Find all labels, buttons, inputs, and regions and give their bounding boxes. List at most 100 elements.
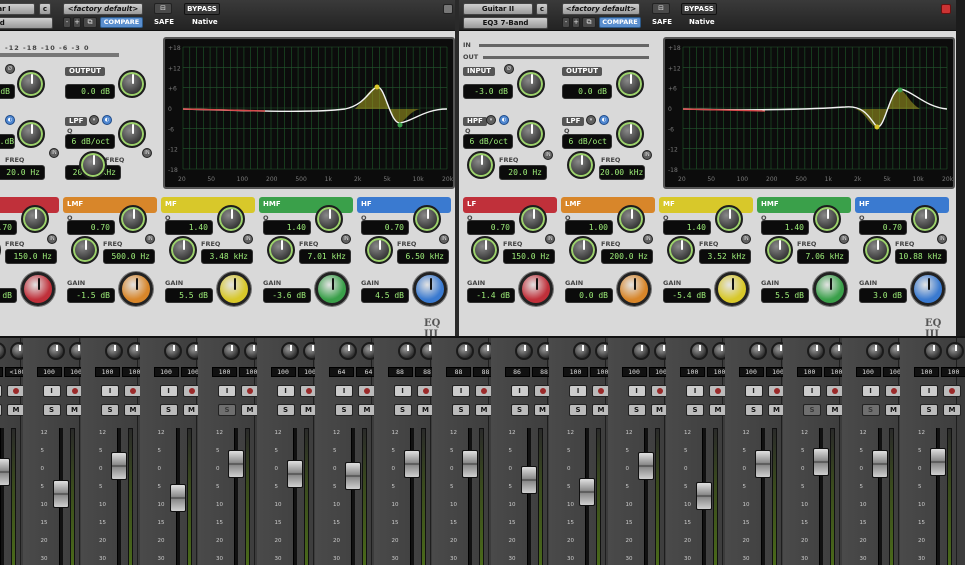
band-freq-knob[interactable]: [0, 236, 1, 264]
close-icon[interactable]: [941, 4, 951, 14]
band-q-knob[interactable]: [911, 205, 939, 233]
lpf-q-knob[interactable]: [118, 120, 146, 148]
volume-fader[interactable]: [637, 452, 654, 480]
solo-button[interactable]: S: [510, 404, 529, 416]
pan-left-knob[interactable]: [163, 342, 182, 360]
pan-left-value[interactable]: 100: [36, 367, 62, 377]
band-gain-knob[interactable]: [813, 272, 847, 306]
compare-button[interactable]: COMPARE: [599, 17, 641, 28]
band-freq-knob[interactable]: [169, 236, 197, 264]
solo-button[interactable]: S: [335, 404, 353, 416]
band-freq-value[interactable]: 500.0 Hz: [103, 249, 155, 264]
pan-left-value[interactable]: 100: [797, 367, 822, 377]
band-freq-value[interactable]: 150.0 Hz: [5, 249, 57, 264]
input-value[interactable]: -3.0 dB: [463, 84, 513, 99]
safe-button[interactable]: SAFE: [154, 17, 174, 27]
band-handle[interactable]: [374, 84, 380, 90]
band-q-knob[interactable]: [617, 205, 645, 233]
band-freq-value[interactable]: 6.50 kHz: [397, 249, 449, 264]
band-q-knob[interactable]: [519, 205, 547, 233]
lpf-freq-knob[interactable]: [567, 151, 595, 179]
safe-button[interactable]: SAFE: [652, 17, 672, 27]
solo-button[interactable]: S: [686, 404, 704, 416]
input-monitor-button[interactable]: I: [159, 385, 178, 397]
hpf-freq-knob[interactable]: [467, 151, 495, 179]
volume-fader[interactable]: [111, 452, 127, 480]
band-q-value[interactable]: 1.40: [663, 220, 711, 235]
lpf-shape-icon[interactable]: ▾: [89, 115, 99, 125]
hpf-in-icon[interactable]: IN: [49, 148, 59, 158]
pan-left-value[interactable]: 100: [95, 367, 120, 377]
pan-right-knob[interactable]: [946, 342, 964, 360]
band-q-knob[interactable]: [715, 205, 743, 233]
pan-left-knob[interactable]: [397, 342, 416, 360]
band-q-value[interactable]: 1.40: [165, 220, 213, 235]
band-gain-knob[interactable]: [119, 272, 153, 306]
hpf-enable-icon[interactable]: ◐: [5, 115, 15, 125]
solo-button[interactable]: S: [101, 404, 119, 416]
volume-fader[interactable]: [345, 462, 361, 490]
volume-fader[interactable]: [462, 450, 478, 478]
band-gain-value[interactable]: -1.5 dB: [67, 288, 115, 303]
band-gain-knob[interactable]: [315, 272, 349, 306]
solo-button[interactable]: S: [0, 404, 2, 416]
band-q-value[interactable]: 0.70: [467, 220, 515, 235]
window-target-icon[interactable]: [443, 4, 453, 14]
solo-button[interactable]: S: [803, 404, 821, 416]
preset-selector[interactable]: <factory default>: [562, 3, 640, 15]
input-monitor-button[interactable]: I: [686, 385, 704, 397]
band-q-value[interactable]: 0.70: [859, 220, 907, 235]
volume-fader[interactable]: [696, 482, 712, 510]
input-polarity-icon[interactable]: Ø: [5, 64, 15, 74]
input-knob[interactable]: [517, 70, 545, 98]
pan-left-value[interactable]: 100: [0, 367, 3, 377]
band-gain-value[interactable]: 0.0 dB: [565, 288, 613, 303]
volume-fader[interactable]: [0, 458, 10, 486]
lpf-enable-icon[interactable]: ◐: [102, 115, 112, 125]
hpf-slope-value[interactable]: ...dB/oct: [0, 134, 15, 149]
input-value[interactable]: dB: [0, 84, 15, 99]
pan-left-value[interactable]: 100: [855, 367, 881, 377]
band-gain-value[interactable]: dB: [0, 288, 17, 303]
solo-button[interactable]: S: [627, 404, 646, 416]
solo-button[interactable]: S: [861, 404, 880, 416]
volume-fader[interactable]: [754, 450, 771, 478]
input-monitor-button[interactable]: I: [803, 385, 821, 397]
pan-left-value[interactable]: 100: [270, 367, 296, 377]
compare-button[interactable]: COMPARE: [100, 17, 143, 28]
band-handle[interactable]: [897, 87, 903, 93]
band-q-value[interactable]: 0.70: [361, 220, 409, 235]
preset-prev-button[interactable]: -: [63, 17, 71, 28]
band-freq-knob[interactable]: [71, 236, 99, 264]
lpf-freq-value[interactable]: 20.00 kHz: [599, 165, 645, 180]
pan-right-value[interactable]: 100: [941, 367, 965, 377]
channel-selector[interactable]: c: [536, 3, 548, 15]
input-monitor-button[interactable]: I: [42, 385, 61, 397]
volume-fader[interactable]: [228, 450, 244, 478]
band-freq-knob[interactable]: [569, 236, 597, 264]
solo-button[interactable]: S: [920, 404, 938, 416]
pan-left-knob[interactable]: [748, 342, 767, 360]
solo-button[interactable]: S: [218, 404, 236, 416]
pan-left-value[interactable]: 100: [914, 367, 939, 377]
output-value[interactable]: 0.0 dB: [562, 84, 612, 99]
band-gain-value[interactable]: 5.5 dB: [165, 288, 213, 303]
band-gain-value[interactable]: -1.4 dB: [467, 288, 515, 303]
settings-menu-icon[interactable]: ⊟: [154, 3, 172, 14]
pan-left-value[interactable]: 100: [621, 367, 647, 377]
preset-next-button[interactable]: +: [572, 17, 580, 28]
band-in-icon[interactable]: IN: [839, 234, 849, 244]
volume-fader[interactable]: [403, 450, 420, 478]
band-freq-knob[interactable]: [765, 236, 793, 264]
input-monitor-button[interactable]: I: [452, 385, 470, 397]
pan-left-value[interactable]: 100: [680, 367, 705, 377]
band-gain-knob[interactable]: [21, 272, 55, 306]
band-gain-knob[interactable]: [715, 272, 749, 306]
volume-fader[interactable]: [930, 448, 946, 476]
track-selector[interactable]: Guitar II: [463, 3, 533, 15]
pan-left-knob[interactable]: [456, 342, 474, 360]
track-selector[interactable]: ...ar I: [0, 3, 35, 15]
band-freq-value[interactable]: 10.88 kHz: [895, 249, 947, 264]
hpf-enable-icon[interactable]: ◐: [499, 115, 509, 125]
band-gain-knob[interactable]: [617, 272, 651, 306]
